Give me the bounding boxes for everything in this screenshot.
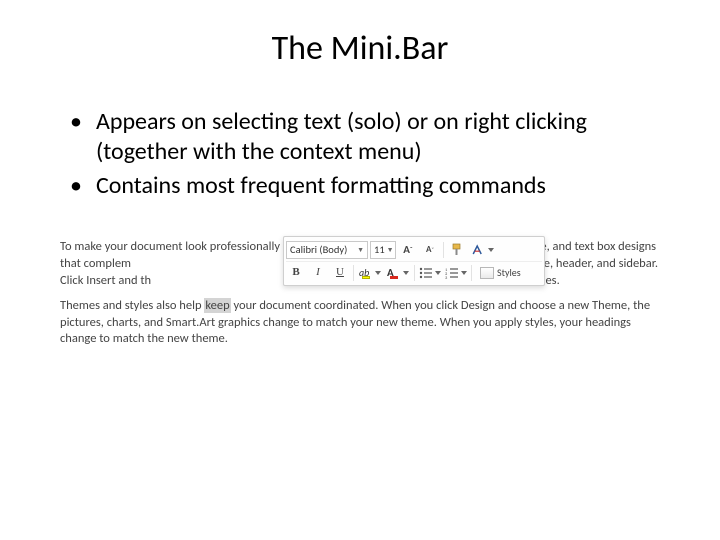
svg-text:3: 3 (445, 276, 448, 279)
font-size-dropdown[interactable]: 11 ▼ (370, 241, 396, 259)
styles-icon (480, 267, 494, 279)
bold-button[interactable]: B (286, 264, 306, 282)
chevron-down-icon: ▼ (357, 245, 364, 254)
doc-text: Themes and styles also help (60, 298, 204, 313)
chevron-down-icon: ▼ (387, 245, 394, 254)
bullet-list-icon (419, 267, 433, 279)
font-size-value: 11 (374, 243, 385, 257)
paintbrush-icon (450, 243, 464, 257)
highlight-button[interactable]: ab (357, 264, 383, 282)
font-family-dropdown[interactable]: Calibri (Body) ▼ (286, 241, 368, 259)
bullet-list: • Appears on selecting text (solo) or on… (60, 107, 660, 201)
format-painter-button[interactable] (447, 241, 467, 259)
selected-text[interactable]: keep (204, 298, 230, 313)
mini-toolbar: Calibri (Body) ▼ 11 ▼ Aˆ Aˇ (283, 236, 545, 286)
bullet-text: Appears on selecting text (solo) or on r… (96, 107, 660, 167)
mini-toolbar-row-2: B I U ab A (286, 261, 542, 283)
slide-title: The Mini.Bar (60, 28, 660, 69)
chevron-down-icon (488, 248, 494, 252)
chevron-down-icon (403, 271, 409, 275)
bullet-item: • Appears on selecting text (solo) or on… (70, 107, 660, 167)
word-screenshot: Calibri (Body) ▼ 11 ▼ Aˆ Aˇ (60, 239, 660, 348)
mini-toolbar-row-1: Calibri (Body) ▼ 11 ▼ Aˆ Aˇ (286, 239, 542, 261)
chevron-down-icon (461, 271, 467, 275)
styles-button[interactable]: Styles (475, 264, 526, 282)
doc-paragraph: Themes and styles also help keep your do… (60, 298, 660, 349)
chevron-up-icon: ˆ (410, 245, 413, 254)
numbered-list-icon: 1 2 3 (445, 267, 459, 279)
bullet-marker: • (70, 171, 82, 201)
bullet-list-button[interactable] (418, 264, 442, 282)
chevron-down-icon: ˇ (432, 246, 434, 254)
font-color-accent-button[interactable] (469, 241, 495, 259)
font-color-button[interactable]: A (385, 264, 411, 282)
chevron-down-icon (375, 271, 381, 275)
bullet-text: Contains most frequent formatting comman… (96, 171, 546, 201)
separator (471, 265, 472, 281)
grow-font-button[interactable]: Aˆ (398, 241, 418, 259)
styles-label: Styles (497, 266, 521, 280)
font-color-icon: A (387, 266, 401, 280)
slide: The Mini.Bar • Appears on selecting text… (0, 0, 720, 540)
shrink-font-button[interactable]: Aˇ (420, 241, 440, 259)
numbered-list-button[interactable]: 1 2 3 (444, 264, 468, 282)
italic-button[interactable]: I (308, 264, 328, 282)
chevron-down-icon (435, 271, 441, 275)
font-family-value: Calibri (Body) (290, 243, 347, 257)
highlighter-icon: ab (359, 266, 373, 280)
separator (414, 265, 415, 281)
underline-button[interactable]: U (330, 264, 350, 282)
bullet-marker: • (70, 107, 82, 167)
separator (443, 242, 444, 258)
font-color-accent-icon (470, 243, 486, 257)
separator (353, 265, 354, 281)
bullet-item: • Contains most frequent formatting comm… (70, 171, 660, 201)
